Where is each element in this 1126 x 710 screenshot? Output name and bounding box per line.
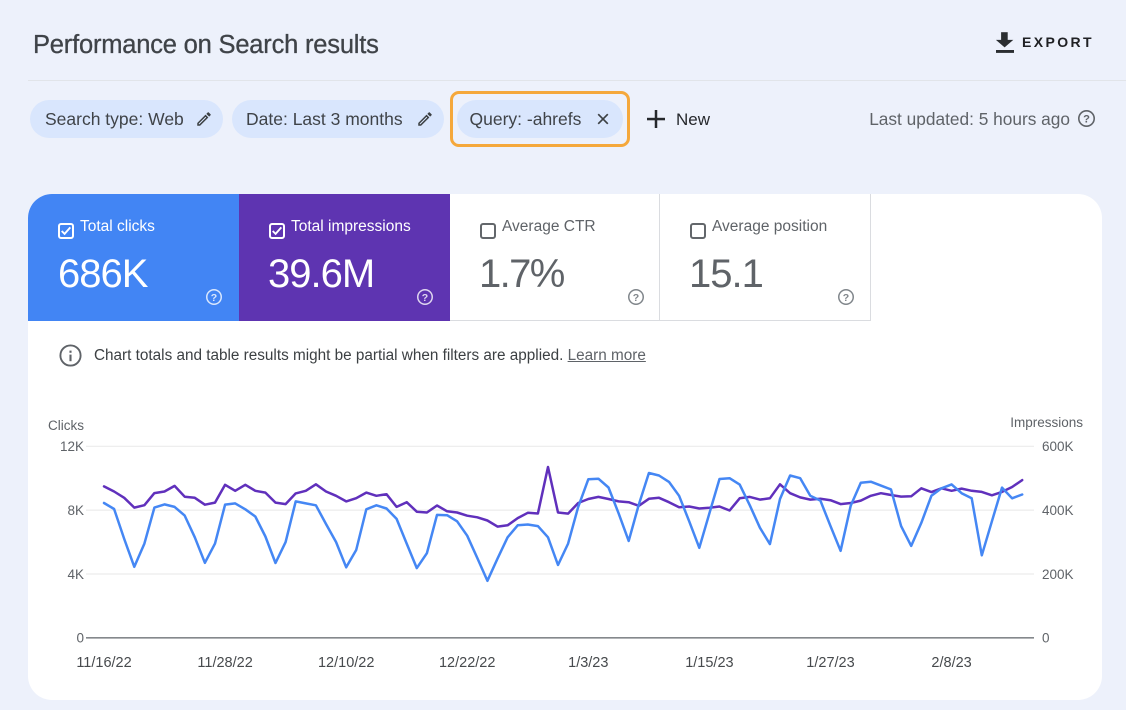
svg-text:8K: 8K <box>67 503 84 518</box>
svg-text:200K: 200K <box>1042 567 1074 582</box>
svg-text:12/10/22: 12/10/22 <box>318 655 374 671</box>
svg-text:12/22/22: 12/22/22 <box>439 655 495 671</box>
svg-text:1/27/23: 1/27/23 <box>806 655 854 671</box>
svg-text:Clicks: Clicks <box>48 418 84 433</box>
svg-text:12K: 12K <box>60 439 84 454</box>
svg-text:11/16/22: 11/16/22 <box>76 655 131 671</box>
svg-text:0: 0 <box>1042 631 1050 646</box>
svg-text:0: 0 <box>76 631 84 646</box>
svg-text:4K: 4K <box>67 567 84 582</box>
svg-text:Impressions: Impressions <box>1010 415 1083 430</box>
svg-text:400K: 400K <box>1042 503 1074 518</box>
svg-text:1/15/23: 1/15/23 <box>685 655 733 671</box>
svg-text:600K: 600K <box>1042 439 1074 454</box>
svg-text:1/3/23: 1/3/23 <box>568 655 608 671</box>
svg-text:11/28/22: 11/28/22 <box>197 655 252 671</box>
svg-text:2/8/23: 2/8/23 <box>931 655 971 671</box>
